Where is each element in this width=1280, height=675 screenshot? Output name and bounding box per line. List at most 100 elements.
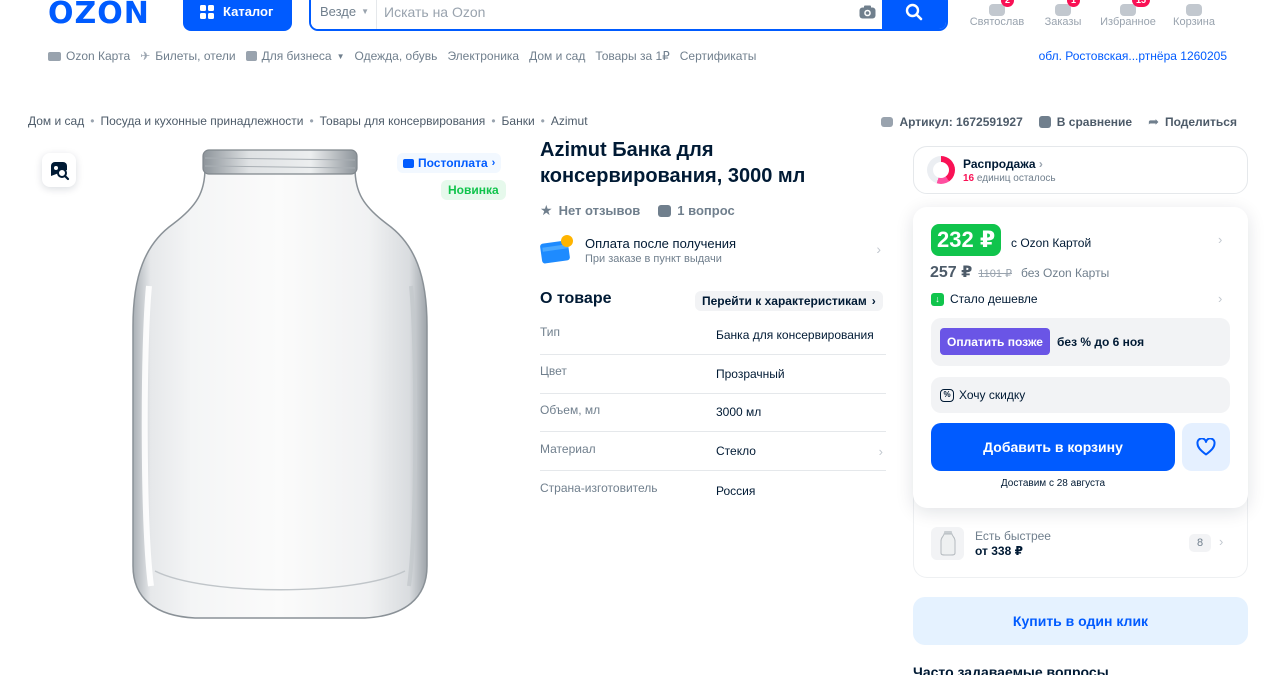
faster-title: Есть быстрее: [975, 528, 1051, 543]
add-to-favorites-button[interactable]: [1182, 423, 1230, 471]
catalog-label: Каталог: [223, 4, 274, 19]
offers-count: 8: [1189, 534, 1211, 552]
sale-stock: 16 единиц осталось: [963, 172, 1056, 184]
grid-icon: [200, 4, 214, 19]
search-input[interactable]: Искать на Ozon: [377, 0, 852, 29]
jar-product-image[interactable]: [125, 146, 435, 622]
payment-card-icon: [540, 234, 573, 266]
card-icon: [48, 51, 61, 61]
about-section-title: О товаре: [540, 290, 612, 307]
menu-goods-1rub[interactable]: Товары за 1₽: [595, 49, 669, 63]
product-meta: Артикул: 1672591927 В сравнение ➦ Поделит…: [881, 114, 1237, 130]
faster-price: от 338 ₽: [975, 543, 1023, 558]
menu-home-garden[interactable]: Дом и сад: [529, 49, 585, 63]
favorites-badge: 15: [1132, 0, 1151, 7]
want-discount-button[interactable]: % Хочу скидку: [931, 377, 1230, 413]
sale-banner[interactable]: Распродажа › 16 единиц осталось: [913, 146, 1248, 194]
breadcrumb-item[interactable]: Банки: [502, 114, 535, 128]
question-icon: [658, 204, 672, 217]
nav-orders-label: Заказы: [1044, 16, 1082, 28]
spec-row-country: Страна-изготовитель Россия: [540, 481, 756, 498]
chat-icon: [881, 117, 894, 127]
rating-row: ★ Нет отзывов 1 вопрос: [540, 202, 735, 219]
briefcase-icon: [245, 51, 257, 61]
chevron-right-icon[interactable]: ›: [1218, 232, 1222, 247]
search-bar: Везде ▼ Искать на Ozon: [309, 0, 948, 31]
nav-profile[interactable]: 2 Святослав: [965, 0, 1029, 29]
ozon-logo[interactable]: OZON: [48, 0, 150, 31]
cart-icon: [1186, 4, 1202, 16]
user-icon: [989, 4, 1005, 16]
price-old: 1101 ₽: [978, 268, 1012, 280]
chevron-right-icon: ›: [1038, 156, 1043, 171]
compare-button[interactable]: В сравнение: [1038, 115, 1132, 129]
delivery-location[interactable]: обл. Ростовская...ртнёра 1260205: [1039, 49, 1227, 63]
delivery-date: Доставим с 28 августа: [1000, 478, 1106, 489]
price-with-card: 232 ₽: [931, 224, 1002, 256]
catalog-button[interactable]: Каталог: [183, 0, 292, 31]
pay-after-receipt[interactable]: Оплата после получения При заказе в пунк…: [540, 232, 885, 268]
product-title: Azimut Банка для консервирования, 3000 м…: [540, 139, 806, 187]
questions-link[interactable]: 1 вопрос: [658, 203, 735, 218]
chevron-right-icon: ›: [871, 294, 876, 308]
add-to-cart-button[interactable]: Добавить в корзину: [931, 423, 1175, 471]
chevron-right-icon: ›: [1219, 534, 1224, 549]
sale-title: Распродажа: [963, 156, 1036, 171]
jar-thumbnail: [931, 526, 964, 560]
star-icon: ★: [540, 202, 553, 218]
discount-chat-icon: %: [940, 388, 954, 402]
goto-specs-button[interactable]: Перейти к характеристикам ›: [695, 291, 883, 311]
stock-ring-icon: [927, 156, 955, 184]
menu-clothes[interactable]: Одежда, обувь: [355, 49, 438, 63]
image-search-button[interactable]: [42, 153, 76, 187]
chevron-right-icon: ›: [878, 443, 883, 459]
faq-heading: Часто задаваемые вопросы: [913, 664, 1109, 675]
menu-electronics[interactable]: Электроника: [447, 49, 519, 63]
search-button[interactable]: [882, 0, 946, 29]
breadcrumb-item[interactable]: Azimut: [551, 114, 588, 128]
pay-after-subtitle: При заказе в пункт выдачи: [585, 252, 722, 265]
price-regular: 257 ₽: [930, 264, 973, 281]
compare-icon: [1038, 116, 1051, 128]
menu-tickets[interactable]: ✈ Билеты, отели: [140, 49, 235, 63]
article-number[interactable]: Артикул: 1672591927: [881, 115, 1023, 129]
nav-favorites-label: Избранное: [1100, 16, 1156, 28]
spec-row-material[interactable]: Материал Стекло ›: [540, 432, 886, 472]
price-with-card-label: с Ozon Картой: [1011, 236, 1092, 250]
breadcrumb-item[interactable]: Дом и сад: [28, 114, 84, 128]
pay-later-terms: без % до 6 ноя: [1057, 335, 1145, 349]
buy-one-click-button[interactable]: Купить в один клик: [913, 597, 1248, 645]
menu-business[interactable]: Для бизнеса ▼: [245, 49, 345, 63]
breadcrumb-item[interactable]: Посуда и кухонные принадлежности: [100, 114, 303, 128]
chevron-down-icon: ▼: [336, 51, 345, 61]
reviews-link[interactable]: ★ Нет отзывов: [540, 202, 640, 219]
pay-later-button[interactable]: Оплатить позже: [940, 328, 1050, 355]
nav-cart-label: Корзина: [1173, 16, 1215, 28]
chevron-right-icon[interactable]: ›: [1218, 291, 1222, 306]
search-icon: [905, 3, 923, 20]
arrow-down-icon: ↓: [931, 292, 944, 306]
breadcrumb-item[interactable]: Товары для консервирования: [320, 114, 486, 128]
postpay-badge[interactable]: Постоплата ›: [397, 153, 502, 173]
heart-icon: [1120, 4, 1136, 16]
camera-icon[interactable]: [852, 5, 882, 19]
nav-favorites[interactable]: 15 Избранное: [1096, 0, 1160, 29]
share-button[interactable]: ➦ Поделиться: [1148, 114, 1237, 130]
nav-profile-label: Святослав: [969, 16, 1025, 28]
menu-certificates[interactable]: Сертификаты: [680, 49, 757, 63]
heart-icon: [1196, 438, 1216, 456]
specs-list: Тип Банка для консервирования Цвет Прозрач…: [540, 316, 886, 510]
price-dropped[interactable]: ↓ Стало дешевле: [931, 292, 1038, 306]
chevron-right-icon: ›: [491, 157, 496, 169]
cart-icon: [403, 158, 414, 168]
spec-row-type: Тип Банка для консервирования: [540, 316, 886, 355]
faster-offers[interactable]: Есть быстрее от 338 ₽ 8 ›: [931, 525, 1230, 561]
image-search-icon: [51, 162, 70, 181]
box-icon: [1055, 4, 1071, 16]
nav-orders[interactable]: 1 Заказы: [1031, 0, 1095, 29]
menu-ozon-card[interactable]: Ozon Карта: [48, 49, 130, 63]
search-scope-select[interactable]: Везде ▼: [311, 0, 377, 29]
price-regular-label: без Ozon Карты: [1021, 266, 1110, 280]
nav-cart[interactable]: Корзина: [1162, 0, 1226, 29]
spec-row-color: Цвет Прозрачный: [540, 355, 886, 394]
